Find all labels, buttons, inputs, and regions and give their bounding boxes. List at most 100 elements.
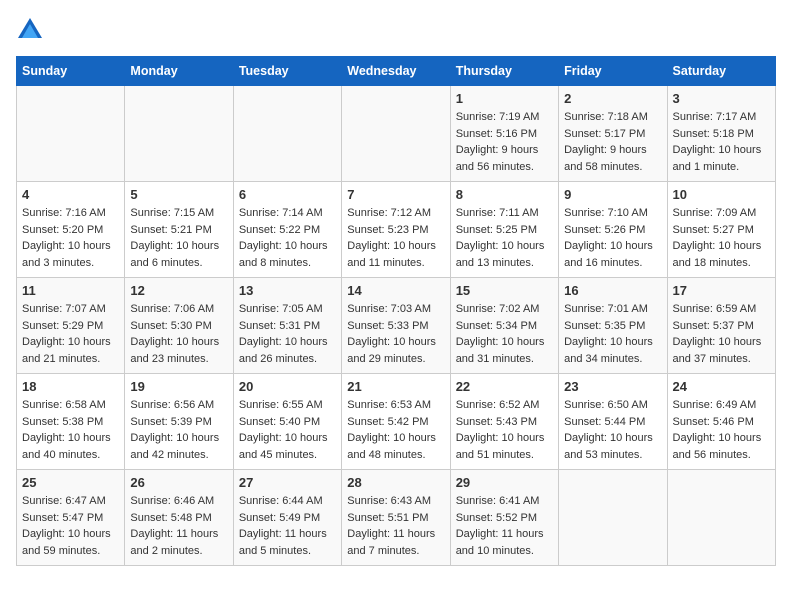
day-info: Sunrise: 6:46 AMSunset: 5:48 PMDaylight:… bbox=[130, 493, 227, 559]
day-number: 12 bbox=[130, 283, 227, 298]
calendar-cell: 9 Sunrise: 7:10 AMSunset: 5:26 PMDaylight… bbox=[559, 182, 667, 278]
day-number: 6 bbox=[239, 187, 336, 202]
calendar-cell: 28 Sunrise: 6:43 AMSunset: 5:51 PMDayligh… bbox=[342, 470, 450, 566]
day-info: Sunrise: 6:55 AMSunset: 5:40 PMDaylight:… bbox=[239, 397, 336, 463]
day-info: Sunrise: 7:01 AMSunset: 5:35 PMDaylight:… bbox=[564, 301, 661, 367]
day-number: 5 bbox=[130, 187, 227, 202]
calendar-cell: 2 Sunrise: 7:18 AMSunset: 5:17 PMDaylight… bbox=[559, 86, 667, 182]
day-info: Sunrise: 7:18 AMSunset: 5:17 PMDaylight:… bbox=[564, 109, 661, 175]
calendar-cell bbox=[233, 86, 341, 182]
day-info: Sunrise: 6:52 AMSunset: 5:43 PMDaylight:… bbox=[456, 397, 553, 463]
calendar-cell bbox=[559, 470, 667, 566]
day-info: Sunrise: 7:11 AMSunset: 5:25 PMDaylight:… bbox=[456, 205, 553, 271]
calendar-cell: 25 Sunrise: 6:47 AMSunset: 5:47 PMDayligh… bbox=[17, 470, 125, 566]
day-number: 19 bbox=[130, 379, 227, 394]
calendar-cell: 1 Sunrise: 7:19 AMSunset: 5:16 PMDaylight… bbox=[450, 86, 558, 182]
day-info: Sunrise: 7:03 AMSunset: 5:33 PMDaylight:… bbox=[347, 301, 444, 367]
day-number: 24 bbox=[673, 379, 770, 394]
calendar-cell: 6 Sunrise: 7:14 AMSunset: 5:22 PMDaylight… bbox=[233, 182, 341, 278]
day-info: Sunrise: 7:10 AMSunset: 5:26 PMDaylight:… bbox=[564, 205, 661, 271]
day-info: Sunrise: 6:53 AMSunset: 5:42 PMDaylight:… bbox=[347, 397, 444, 463]
day-info: Sunrise: 7:06 AMSunset: 5:30 PMDaylight:… bbox=[130, 301, 227, 367]
calendar-cell: 10 Sunrise: 7:09 AMSunset: 5:27 PMDayligh… bbox=[667, 182, 775, 278]
calendar-week-4: 18 Sunrise: 6:58 AMSunset: 5:38 PMDayligh… bbox=[17, 374, 776, 470]
calendar-cell bbox=[667, 470, 775, 566]
day-number: 4 bbox=[22, 187, 119, 202]
day-info: Sunrise: 7:19 AMSunset: 5:16 PMDaylight:… bbox=[456, 109, 553, 175]
day-info: Sunrise: 6:41 AMSunset: 5:52 PMDaylight:… bbox=[456, 493, 553, 559]
calendar-cell bbox=[125, 86, 233, 182]
day-info: Sunrise: 6:50 AMSunset: 5:44 PMDaylight:… bbox=[564, 397, 661, 463]
weekday-header-friday: Friday bbox=[559, 57, 667, 86]
calendar-cell: 22 Sunrise: 6:52 AMSunset: 5:43 PMDayligh… bbox=[450, 374, 558, 470]
calendar-cell: 29 Sunrise: 6:41 AMSunset: 5:52 PMDayligh… bbox=[450, 470, 558, 566]
calendar-cell: 13Sunrise: 7:05 AMSunset: 5:31 PMDayligh… bbox=[233, 278, 341, 374]
day-number: 21 bbox=[347, 379, 444, 394]
calendar-cell bbox=[342, 86, 450, 182]
calendar-cell: 15Sunrise: 7:02 AMSunset: 5:34 PMDayligh… bbox=[450, 278, 558, 374]
calendar-week-1: 1 Sunrise: 7:19 AMSunset: 5:16 PMDaylight… bbox=[17, 86, 776, 182]
day-info: Sunrise: 6:47 AMSunset: 5:47 PMDaylight:… bbox=[22, 493, 119, 559]
day-info: Sunrise: 7:16 AMSunset: 5:20 PMDaylight:… bbox=[22, 205, 119, 271]
calendar-cell: 5 Sunrise: 7:15 AMSunset: 5:21 PMDaylight… bbox=[125, 182, 233, 278]
calendar-cell: 27 Sunrise: 6:44 AMSunset: 5:49 PMDayligh… bbox=[233, 470, 341, 566]
day-number: 18 bbox=[22, 379, 119, 394]
day-number: 26 bbox=[130, 475, 227, 490]
day-number: 10 bbox=[673, 187, 770, 202]
day-number: 23 bbox=[564, 379, 661, 394]
calendar-cell: 17 Sunrise: 6:59 AMSunset: 5:37 PMDayligh… bbox=[667, 278, 775, 374]
calendar-cell bbox=[17, 86, 125, 182]
day-info: Sunrise: 7:15 AMSunset: 5:21 PMDaylight:… bbox=[130, 205, 227, 271]
calendar-cell: 7Sunrise: 7:12 AMSunset: 5:23 PMDaylight… bbox=[342, 182, 450, 278]
calendar-cell: 20Sunrise: 6:55 AMSunset: 5:40 PMDayligh… bbox=[233, 374, 341, 470]
day-info: Sunrise: 6:59 AMSunset: 5:37 PMDaylight:… bbox=[673, 301, 770, 367]
calendar-cell: 3Sunrise: 7:17 AMSunset: 5:18 PMDaylight… bbox=[667, 86, 775, 182]
weekday-header-wednesday: Wednesday bbox=[342, 57, 450, 86]
calendar-cell: 11 Sunrise: 7:07 AMSunset: 5:29 PMDayligh… bbox=[17, 278, 125, 374]
calendar-table: SundayMondayTuesdayWednesdayThursdayFrid… bbox=[16, 56, 776, 566]
calendar-cell: 12 Sunrise: 7:06 AMSunset: 5:30 PMDayligh… bbox=[125, 278, 233, 374]
weekday-header-saturday: Saturday bbox=[667, 57, 775, 86]
day-number: 28 bbox=[347, 475, 444, 490]
calendar-cell: 18 Sunrise: 6:58 AMSunset: 5:38 PMDayligh… bbox=[17, 374, 125, 470]
day-number: 8 bbox=[456, 187, 553, 202]
calendar-cell: 21 Sunrise: 6:53 AMSunset: 5:42 PMDayligh… bbox=[342, 374, 450, 470]
weekday-header-sunday: Sunday bbox=[17, 57, 125, 86]
day-number: 1 bbox=[456, 91, 553, 106]
day-number: 9 bbox=[564, 187, 661, 202]
day-number: 11 bbox=[22, 283, 119, 298]
page-header bbox=[16, 16, 776, 44]
day-number: 14 bbox=[347, 283, 444, 298]
day-info: Sunrise: 6:49 AMSunset: 5:46 PMDaylight:… bbox=[673, 397, 770, 463]
day-number: 17 bbox=[673, 283, 770, 298]
calendar-cell: 16 Sunrise: 7:01 AMSunset: 5:35 PMDayligh… bbox=[559, 278, 667, 374]
calendar-week-3: 11 Sunrise: 7:07 AMSunset: 5:29 PMDayligh… bbox=[17, 278, 776, 374]
day-info: Sunrise: 7:09 AMSunset: 5:27 PMDaylight:… bbox=[673, 205, 770, 271]
day-number: 29 bbox=[456, 475, 553, 490]
day-info: Sunrise: 7:07 AMSunset: 5:29 PMDaylight:… bbox=[22, 301, 119, 367]
day-number: 25 bbox=[22, 475, 119, 490]
day-info: Sunrise: 7:05 AMSunset: 5:31 PMDaylight:… bbox=[239, 301, 336, 367]
day-number: 16 bbox=[564, 283, 661, 298]
weekday-header-row: SundayMondayTuesdayWednesdayThursdayFrid… bbox=[17, 57, 776, 86]
day-info: Sunrise: 6:44 AMSunset: 5:49 PMDaylight:… bbox=[239, 493, 336, 559]
calendar-week-2: 4 Sunrise: 7:16 AMSunset: 5:20 PMDaylight… bbox=[17, 182, 776, 278]
calendar-cell: 26 Sunrise: 6:46 AMSunset: 5:48 PMDayligh… bbox=[125, 470, 233, 566]
day-info: Sunrise: 7:17 AMSunset: 5:18 PMDaylight:… bbox=[673, 109, 770, 175]
day-info: Sunrise: 6:56 AMSunset: 5:39 PMDaylight:… bbox=[130, 397, 227, 463]
weekday-header-tuesday: Tuesday bbox=[233, 57, 341, 86]
day-info: Sunrise: 6:43 AMSunset: 5:51 PMDaylight:… bbox=[347, 493, 444, 559]
calendar-cell: 4 Sunrise: 7:16 AMSunset: 5:20 PMDaylight… bbox=[17, 182, 125, 278]
calendar-cell: 8 Sunrise: 7:11 AMSunset: 5:25 PMDaylight… bbox=[450, 182, 558, 278]
day-info: Sunrise: 7:14 AMSunset: 5:22 PMDaylight:… bbox=[239, 205, 336, 271]
calendar-cell: 24 Sunrise: 6:49 AMSunset: 5:46 PMDayligh… bbox=[667, 374, 775, 470]
day-number: 2 bbox=[564, 91, 661, 106]
calendar-cell: 19 Sunrise: 6:56 AMSunset: 5:39 PMDayligh… bbox=[125, 374, 233, 470]
calendar-cell: 14 Sunrise: 7:03 AMSunset: 5:33 PMDayligh… bbox=[342, 278, 450, 374]
day-info: Sunrise: 6:58 AMSunset: 5:38 PMDaylight:… bbox=[22, 397, 119, 463]
weekday-header-thursday: Thursday bbox=[450, 57, 558, 86]
day-number: 22 bbox=[456, 379, 553, 394]
day-number: 7 bbox=[347, 187, 444, 202]
day-number: 27 bbox=[239, 475, 336, 490]
calendar-cell: 23 Sunrise: 6:50 AMSunset: 5:44 PMDayligh… bbox=[559, 374, 667, 470]
